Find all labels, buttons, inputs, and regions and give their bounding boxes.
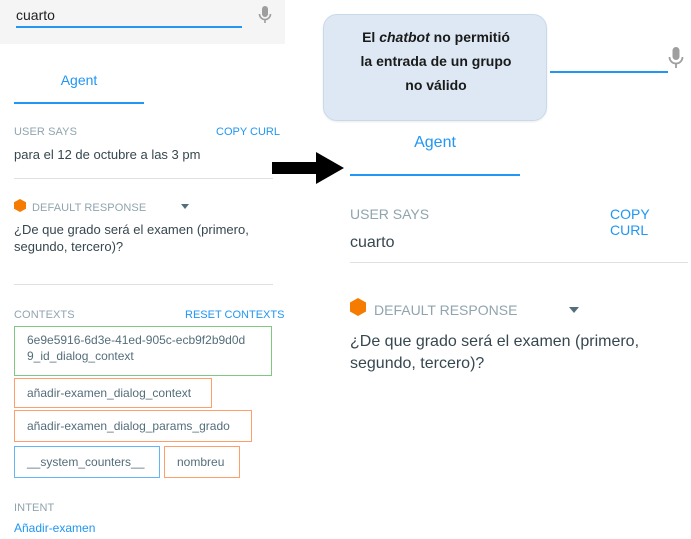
divider — [14, 284, 273, 285]
annotation-callout: El chatbot no permitió la entrada de un … — [323, 14, 547, 121]
tab-agent[interactable]: Agent — [14, 62, 144, 104]
divider — [14, 178, 273, 179]
microphone-icon[interactable] — [668, 46, 684, 75]
divider — [350, 262, 688, 263]
callout-text-line: la entrada de un grupo — [360, 53, 512, 69]
right-arrow-icon — [272, 152, 344, 189]
dropdown-caret-icon[interactable] — [569, 307, 579, 313]
default-response-hex-icon — [14, 199, 26, 217]
user-says-text: para el 12 de octubre a las 3 pm — [14, 147, 201, 162]
user-says-label: USER SAYS — [14, 126, 78, 138]
default-response-header[interactable]: DEFAULT RESPONSE — [14, 199, 146, 217]
default-response-text-line1: ¿De que grado será el examen (primero, — [350, 333, 640, 350]
default-response-hex-icon — [350, 298, 366, 321]
query-input-underline[interactable] — [550, 71, 668, 73]
context-chip-line: 9_id_dialog_context — [27, 349, 134, 363]
query-input[interactable] — [16, 6, 242, 28]
context-chip-dialog-context[interactable]: añadir-examen_dialog_context — [14, 378, 212, 408]
default-response-text-line2: segundo, tercero)? — [350, 355, 485, 372]
microphone-icon[interactable] — [258, 5, 272, 30]
callout-text-line: no válido — [405, 77, 467, 93]
intent-label: INTENT — [14, 502, 55, 514]
intent-link[interactable]: Añadir-examen — [14, 520, 95, 537]
left-console-panel: Agent USER SAYS COPY CURL para el 12 de … — [0, 0, 285, 539]
callout-text-part: El — [362, 29, 380, 45]
copy-curl-link[interactable]: COPY CURL — [610, 206, 691, 238]
contexts-label: CONTEXTS — [14, 309, 75, 321]
tab-agent[interactable]: Agent — [350, 124, 520, 176]
context-chip-id-dialog[interactable]: 6e9e5916-6d3e-41ed-905c-ecb9f2b9d0d 9_id… — [14, 326, 272, 376]
user-says-text: cuarto — [350, 234, 395, 251]
default-response-header[interactable]: DEFAULT RESPONSE — [350, 298, 517, 321]
callout-text: El chatbot no permitió la entrada de un … — [324, 25, 548, 97]
default-response-label: DEFAULT RESPONSE — [374, 301, 518, 318]
dropdown-caret-icon[interactable] — [181, 204, 189, 209]
reset-contexts-link[interactable]: RESET CONTEXTS — [185, 309, 284, 321]
default-response-text-line1: ¿De que grado será el examen (primero, — [14, 222, 249, 237]
context-chip-nombreu[interactable]: nombreu — [164, 446, 240, 478]
callout-text-italic: chatbot — [379, 29, 430, 45]
context-chip-system-counters[interactable]: __system_counters__ — [14, 446, 160, 478]
default-response-label: DEFAULT RESPONSE — [32, 202, 147, 214]
user-says-label: USER SAYS — [350, 206, 430, 222]
context-chip-line: 6e9e5916-6d3e-41ed-905c-ecb9f2b9d0d — [27, 333, 246, 347]
copy-curl-link[interactable]: COPY CURL — [216, 126, 280, 138]
query-bar — [0, 0, 285, 44]
callout-text-part: no permitió — [429, 29, 510, 45]
context-chip-params-grado[interactable]: añadir-examen_dialog_params_grado — [14, 410, 252, 442]
default-response-text-line2: segundo, tercero)? — [14, 239, 124, 254]
